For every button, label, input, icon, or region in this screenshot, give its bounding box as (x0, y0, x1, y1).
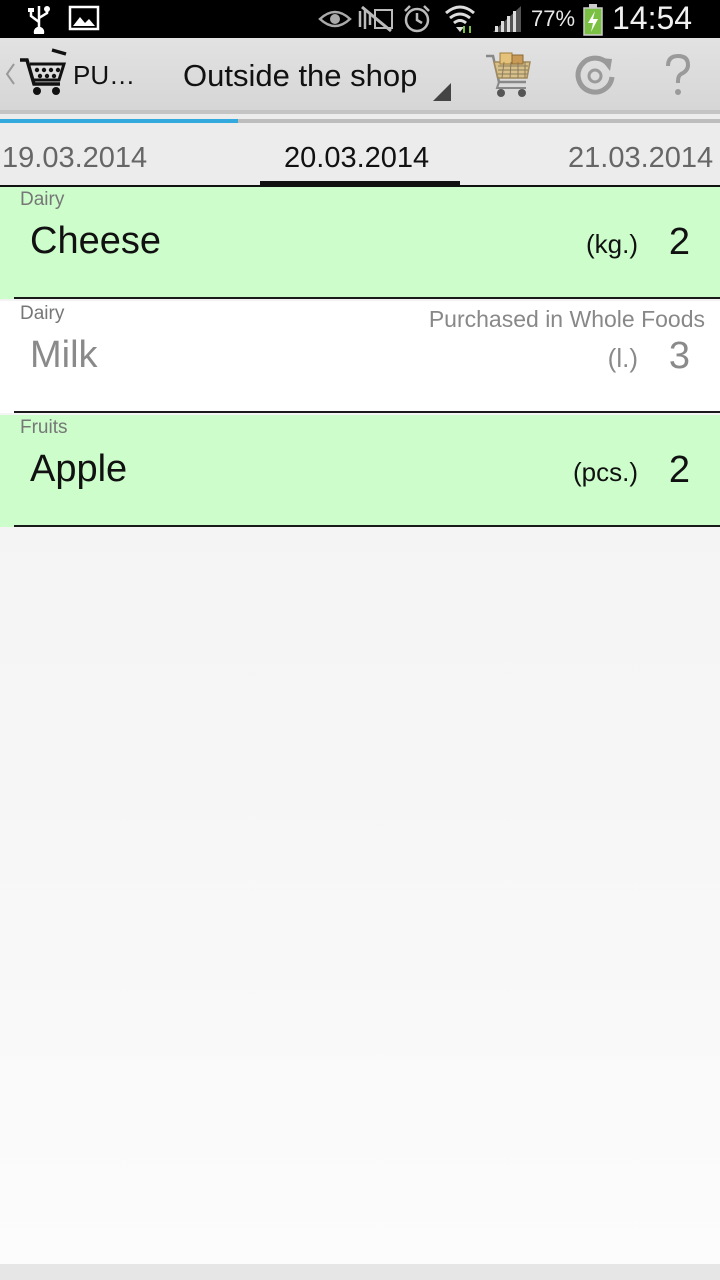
pager-progress (0, 119, 238, 123)
item-quantity: 2 (668, 221, 690, 263)
action-bar: PU… Outside the shop (0, 38, 720, 110)
item-unit: (pcs.) (573, 457, 638, 487)
item-note: Purchased in Whole Foods (428, 306, 705, 332)
item-quantity: 3 (668, 335, 690, 377)
list-item[interactable]: Dairy Purchased in Whole Foods Milk (l.)… (0, 301, 720, 413)
item-category: Dairy (20, 303, 65, 324)
date-pager[interactable]: 19.03.2014 20.03.2014 21.03.2014 (0, 114, 720, 186)
usb-icon (28, 6, 50, 34)
row-divider (14, 411, 720, 413)
eye-icon (318, 10, 352, 28)
signal-icon (493, 6, 521, 32)
item-name: Milk (30, 334, 98, 376)
app-title: PU… (73, 60, 136, 90)
list-item[interactable]: Fruits Apple (pcs.) 2 (0, 415, 720, 527)
row-divider (14, 525, 720, 527)
refresh-icon[interactable] (570, 50, 620, 100)
alarm-icon (404, 5, 430, 33)
bottom-edge (0, 1264, 720, 1280)
tab-prev-date[interactable]: 19.03.2014 (2, 142, 147, 175)
item-category: Dairy (20, 189, 65, 210)
no-sound-icon (358, 5, 393, 33)
item-name: Cheese (30, 220, 161, 262)
battery-charging-icon (583, 4, 603, 36)
wifi-icon (445, 5, 475, 33)
list-item[interactable]: Dairy Cheese (kg.) 2 (0, 187, 720, 299)
item-name: Apple (30, 448, 128, 490)
battery-percent: 77% (531, 6, 576, 31)
spinner-selected-value: Outside the shop (183, 58, 418, 93)
item-category: Fruits (20, 417, 68, 438)
image-icon (68, 5, 100, 31)
dropdown-triangle-icon (433, 83, 451, 101)
item-unit: (kg.) (586, 229, 638, 259)
cart-icon[interactable] (484, 50, 534, 100)
tab-next-date[interactable]: 21.03.2014 (568, 142, 713, 175)
item-quantity: 2 (668, 449, 690, 491)
row-divider (14, 297, 720, 299)
status-bar: 77% 14:54 (0, 0, 720, 38)
help-icon[interactable] (653, 50, 703, 100)
shopping-basket-logo-icon[interactable] (18, 48, 68, 98)
chevron-left-icon[interactable] (4, 62, 16, 86)
shop-location-spinner[interactable]: Outside the shop (170, 38, 455, 110)
clock: 14:54 (612, 0, 693, 36)
tab-current-date[interactable]: 20.03.2014 (284, 142, 429, 175)
item-unit: (l.) (607, 343, 638, 373)
